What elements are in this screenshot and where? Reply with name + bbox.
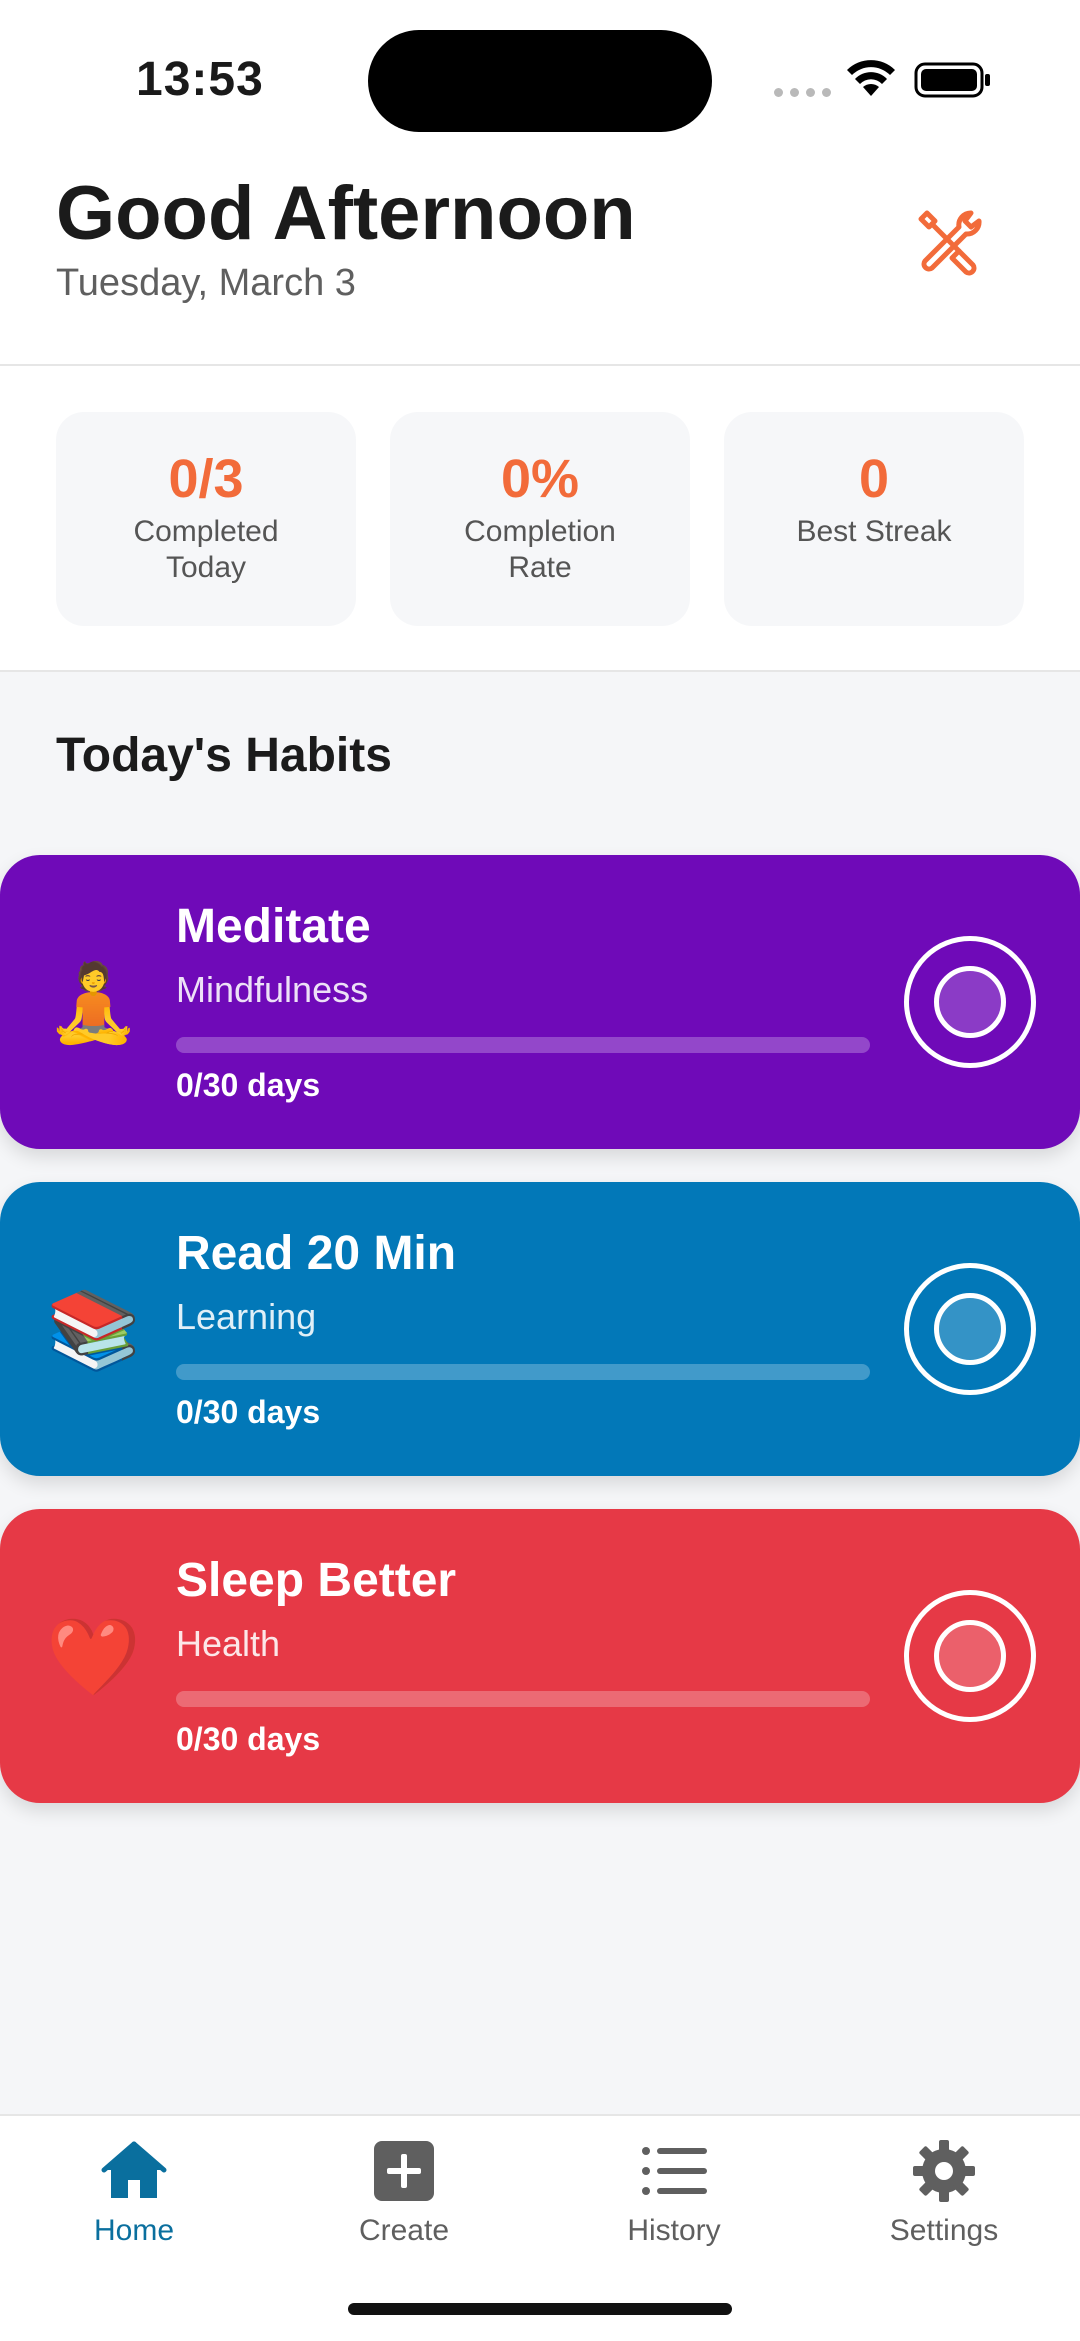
- stat-label: Completed Today: [133, 515, 279, 584]
- habit-card-read[interactable]: 📚 Read 20 Min Learning 0/30 days: [0, 1182, 1080, 1476]
- habit-progress-bar: [176, 1037, 870, 1053]
- header: Good Afternoon Tuesday, March 3: [0, 160, 1080, 366]
- stat-value: 0/3: [168, 449, 244, 509]
- complete-habit-button[interactable]: [904, 936, 1036, 1068]
- stat-card-best-streak: 0 Best Streak: [724, 412, 1024, 626]
- heart-icon: ❤️: [46, 1615, 141, 1700]
- habit-progress-text: 0/30 days: [176, 1721, 321, 1757]
- home-indicator: [348, 2303, 732, 2315]
- books-icon: 📚: [46, 1288, 141, 1373]
- habit-name: Read 20 Min: [176, 1227, 457, 1280]
- tab-settings[interactable]: Settings: [844, 2136, 1044, 2266]
- tools-icon: [918, 210, 982, 276]
- meditation-icon: 🧘: [46, 961, 141, 1046]
- tab-label: Settings: [889, 2214, 999, 2247]
- plus-square-icon: [374, 2141, 434, 2201]
- status-time: 13:53: [136, 53, 264, 106]
- tab-label: Create: [358, 2214, 450, 2247]
- stats-section: 0/3 Completed Today 0% Completion Rate 0…: [0, 366, 1080, 672]
- list-icon: [642, 2147, 707, 2195]
- habit-category: Mindfulness: [176, 969, 369, 1010]
- habit-progress-bar: [176, 1364, 870, 1380]
- check-circle-icon: [934, 966, 1006, 1038]
- tab-label: History: [627, 2214, 721, 2247]
- habit-name: Sleep Better: [176, 1554, 457, 1607]
- stat-value: 0: [858, 449, 890, 509]
- date-subtitle: Tuesday, March 3: [56, 262, 356, 304]
- section-title: Today's Habits: [56, 729, 392, 782]
- gear-icon: [913, 2140, 975, 2202]
- stat-card-completion-rate: 0% Completion Rate: [390, 412, 690, 626]
- habit-progress-text: 0/30 days: [176, 1067, 321, 1103]
- tab-history[interactable]: History: [574, 2136, 774, 2266]
- habit-progress-bar: [176, 1691, 870, 1707]
- stat-value: 0%: [500, 449, 580, 509]
- tools-button[interactable]: [904, 196, 994, 286]
- tab-home[interactable]: Home: [34, 2136, 234, 2266]
- stat-card-completed: 0/3 Completed Today: [56, 412, 356, 626]
- habit-name: Meditate: [176, 900, 371, 953]
- habit-card-sleep[interactable]: ❤️ Sleep Better Health 0/30 days: [0, 1509, 1080, 1803]
- stat-label: Best Streak: [796, 515, 952, 548]
- cellular-signal-icon: [774, 88, 831, 97]
- habit-category: Learning: [176, 1296, 317, 1337]
- battery-icon: [914, 62, 990, 98]
- check-circle-icon: [934, 1620, 1006, 1692]
- complete-habit-button[interactable]: [904, 1263, 1036, 1395]
- status-bar: 13:53: [0, 0, 1080, 160]
- check-circle-icon: [934, 1293, 1006, 1365]
- home-icon: [101, 2141, 167, 2198]
- habit-category: Health: [176, 1623, 281, 1664]
- tab-create[interactable]: Create: [304, 2136, 504, 2266]
- dynamic-island: [368, 30, 712, 132]
- wifi-icon: [847, 60, 895, 96]
- greeting-title: Good Afternoon: [56, 171, 636, 256]
- habit-card-meditate[interactable]: 🧘 Meditate Mindfulness 0/30 days: [0, 855, 1080, 1149]
- complete-habit-button[interactable]: [904, 1590, 1036, 1722]
- stat-label: Completion Rate: [464, 515, 616, 584]
- tab-label: Home: [93, 2214, 175, 2247]
- habit-progress-text: 0/30 days: [176, 1394, 321, 1430]
